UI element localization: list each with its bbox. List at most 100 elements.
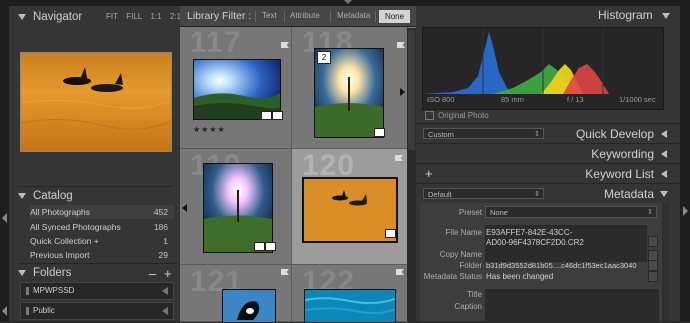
grid-cell[interactable]: 119 [180,149,292,265]
grid-cell-selected[interactable]: 120 [292,149,408,265]
catalog-item-label: Quick Collection + [30,236,99,246]
remove-folder-button[interactable]: – [149,264,156,283]
flag-icon[interactable] [396,269,404,275]
catalog-header[interactable]: Catalog [18,186,173,206]
thumbnail[interactable] [302,177,398,243]
flag-icon[interactable] [281,42,289,48]
thumbnail[interactable] [203,163,273,253]
original-photo-checkbox[interactable] [425,111,434,121]
filter-tab-attribute[interactable]: Attribute [290,11,320,20]
folder-volume[interactable]: Public [20,302,174,320]
caption-label: Caption [454,302,482,311]
filter-tab-none[interactable]: None [379,10,410,23]
original-photo-label: Original Photo [438,111,489,120]
catalog-item-count: 186 [153,222,168,232]
crop-badge-icon [272,111,283,120]
navigator-zoom-options: FIT FILL 1:1 2:1 [106,12,187,21]
grid-scrollbar-thumb[interactable] [408,30,415,150]
metadata-header[interactable]: Default ⇕ Metadata [416,183,680,203]
keyword-list-title: Keyword List [585,167,654,181]
catalog-item[interactable]: Quick Collection + 1 [30,236,172,249]
catalog-item[interactable]: All Synced Photographs 186 [30,222,172,235]
add-folder-button[interactable]: + [164,264,172,283]
filter-separator [375,11,376,22]
collapse-triangle-icon[interactable] [661,130,667,138]
grid-cell[interactable]: 122 [292,265,408,322]
catalog-item[interactable]: Previous Import 29 [30,250,172,263]
stack-count-badge[interactable]: 2 [317,51,331,64]
folder-volume[interactable]: MPWPSSD [20,282,174,300]
top-panel-toggle-icon[interactable] [344,0,352,4]
catalog-item[interactable]: All Photographs 452 [30,207,172,220]
metadata-scrollbar[interactable] [662,203,670,321]
expand-triangle-icon [18,192,26,199]
caption-field[interactable] [485,301,659,323]
dropdown-arrow-icon: ⇕ [647,209,653,216]
grid-cell[interactable]: 117 ★★★★ [180,26,292,149]
crop-badge-icon [385,229,396,238]
collapse-triangle-icon[interactable] [162,287,168,295]
collapse-left-arrow-icon[interactable] [2,306,7,316]
file-name-label: File Name [445,228,482,237]
thumbnail[interactable] [222,289,276,322]
folder-label: Folder [459,261,482,270]
star-rating[interactable]: ★★★★ [193,125,226,134]
filter-separator [284,11,285,22]
folder-volume-label: Public [33,306,55,315]
navigator-title: Navigator [33,11,83,23]
expand-triangle-icon[interactable] [660,191,668,197]
quick-develop-header[interactable]: Custom ⇕ Quick Develop [416,123,680,143]
filter-tab-metadata[interactable]: Metadata [337,11,370,20]
folders-header[interactable]: Folders – + [18,263,178,283]
left-panel-edge[interactable] [0,6,9,321]
folder-volume-label: MPWPSSD [33,286,75,295]
metadata-preset-dropdown[interactable]: None ⇕ [485,206,657,218]
metadata-status-button[interactable] [648,271,658,282]
grid-cell[interactable]: 118 2 [292,26,408,149]
original-photo-toggle[interactable]: Original Photo [425,111,489,121]
zoom-1-1[interactable]: 1:1 [150,12,161,21]
dropdown-arrow-icon: ⇕ [534,191,540,198]
histogram-graph [423,28,609,94]
right-panel-edge[interactable] [680,6,690,321]
flag-icon[interactable] [281,269,289,275]
catalog-item-count: 29 [158,250,168,260]
collapse-right-arrow-icon[interactable] [683,206,688,216]
collapse-left-arrow-icon[interactable] [2,213,7,223]
collapse-triangle-icon[interactable] [661,170,667,178]
keywording-title: Keywording [591,147,654,161]
keywording-header[interactable]: Keywording [416,143,680,163]
next-arrow-icon[interactable] [400,88,405,96]
flag-icon[interactable] [395,155,403,161]
navigator-preview[interactable] [20,52,172,152]
go-to-folder-button[interactable] [648,260,658,271]
collapse-triangle-icon[interactable] [661,150,667,158]
add-keyword-button[interactable]: + [425,166,433,181]
filter-tab-text[interactable]: Text [262,11,277,20]
catalog-title: Catalog [33,190,73,202]
histogram-header[interactable]: Histogram [598,8,671,22]
dropdown-arrow-icon: ⇕ [534,131,540,138]
grid-cell[interactable]: 121 [180,265,292,322]
orca-silhouette [21,67,171,130]
aperture-value: f / 13 [567,95,584,104]
title-field[interactable] [485,289,659,301]
prev-arrow-icon[interactable] [182,204,187,212]
metadata-badge-icon [374,128,385,137]
focal-length-value: 85 mm [501,95,524,104]
keyword-list-header[interactable]: + Keyword List [416,163,680,183]
library-filter-label: Library Filter : [187,10,252,22]
collapse-triangle-icon[interactable] [162,307,168,315]
rename-button[interactable] [648,236,658,247]
flag-icon[interactable] [397,42,405,48]
thumbnail[interactable] [304,289,396,322]
metadata-status-value: Has been changed [486,272,554,281]
metadata-view-dropdown[interactable]: Default ⇕ [423,188,544,199]
zoom-fit[interactable]: FIT [106,12,118,21]
histogram[interactable]: ISO 800 85 mm f / 13 1/1000 sec [422,27,664,110]
saved-preset-dropdown[interactable]: Custom ⇕ [423,128,544,139]
expand-triangle-icon [662,12,671,19]
crop-badge-icon [265,242,276,251]
zoom-fill[interactable]: FILL [126,12,142,21]
copy-name-label: Copy Name [439,250,482,259]
